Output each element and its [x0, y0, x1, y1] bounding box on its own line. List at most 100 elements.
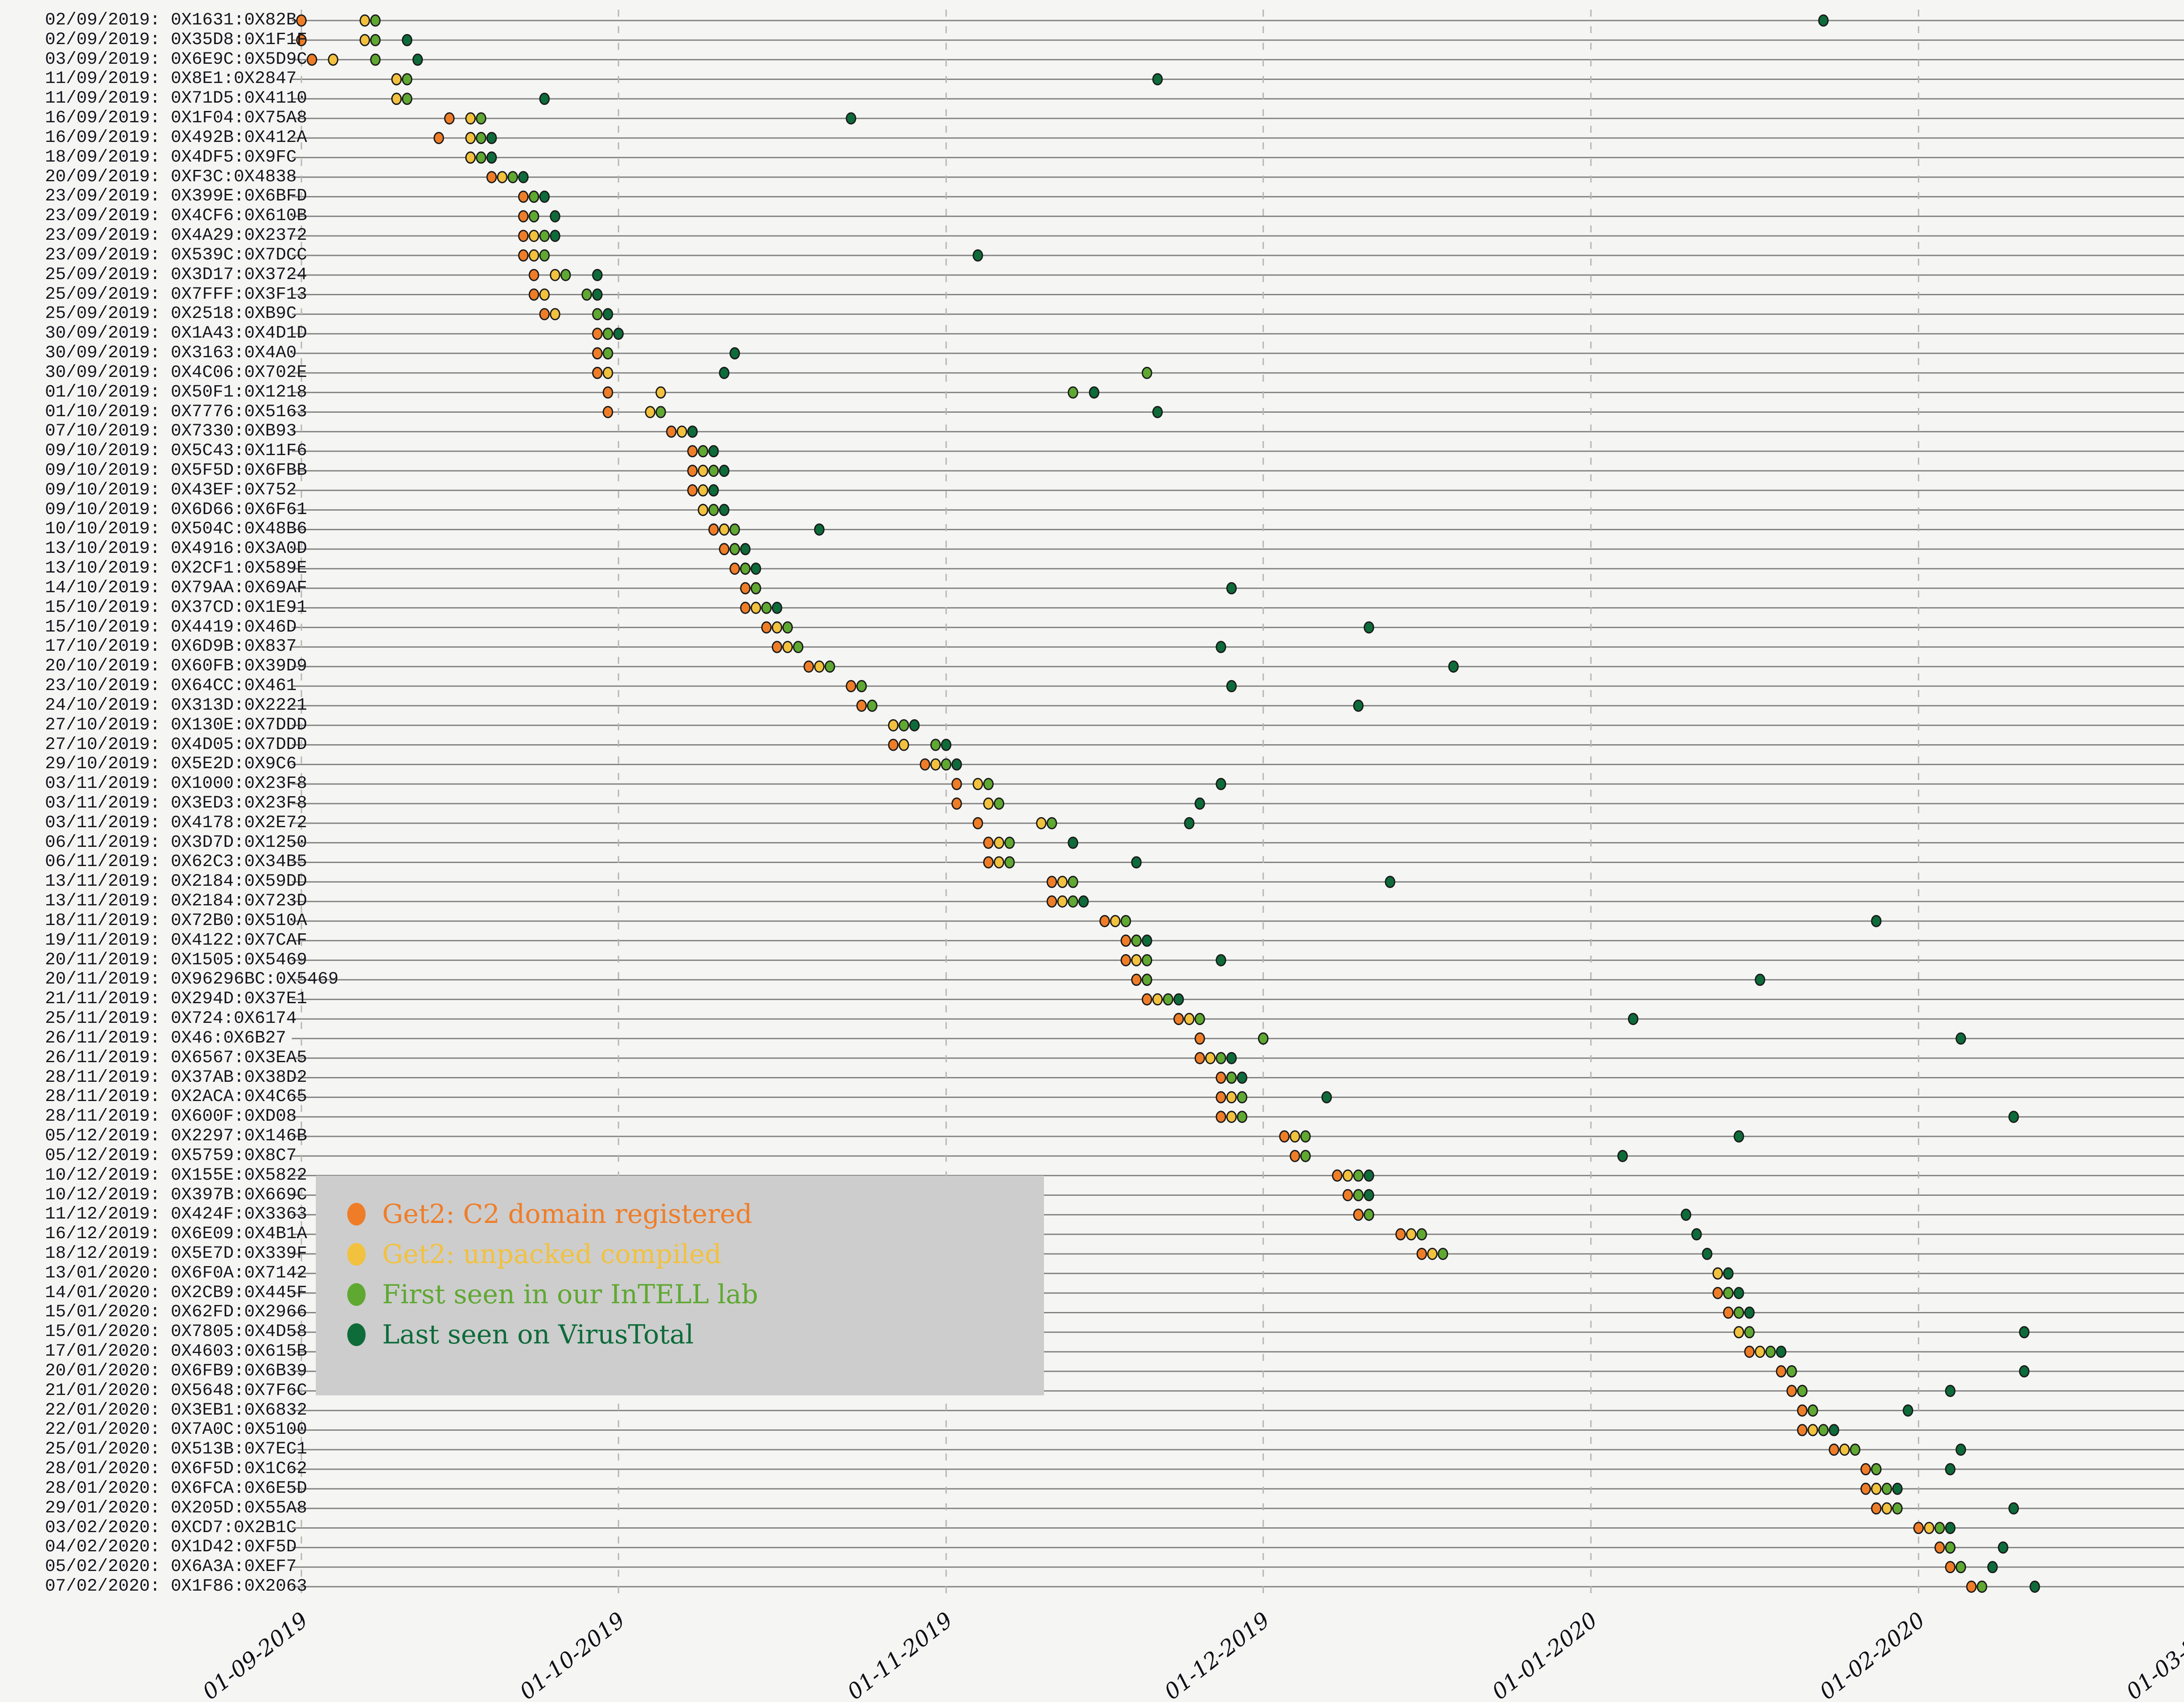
data-point-compiled — [1227, 1092, 1236, 1103]
data-point-lab — [1068, 896, 1078, 907]
y-axis-label: 29/10/2019: 0X5E2D:0X9C6 — [45, 754, 297, 774]
y-axis-label: 22/01/2020: 0X7A0C:0X5100 — [45, 1420, 307, 1440]
data-point-vt — [751, 563, 760, 574]
data-point-lab — [402, 93, 411, 104]
data-point-c2 — [772, 642, 781, 652]
data-point-c2 — [667, 426, 676, 437]
data-point-lab — [1734, 1307, 1743, 1318]
data-point-compiled — [1734, 1327, 1743, 1338]
data-point-vt — [1819, 15, 1828, 26]
data-point-compiled — [603, 367, 612, 378]
data-point-lab — [1956, 1562, 1966, 1573]
y-axis-label: 20/11/2019: 0X1505:0X5469 — [45, 950, 307, 970]
data-point-lab — [1195, 1014, 1204, 1025]
data-point-compiled — [1872, 1483, 1881, 1494]
y-axis-label: 07/10/2019: 0X7330:0XB93 — [45, 421, 297, 442]
y-axis-label: 23/09/2019: 0X4CF6:0X610B — [45, 206, 307, 226]
data-point-lab — [1935, 1522, 1944, 1533]
y-axis-label: 22/01/2020: 0X3EB1:0X6832 — [45, 1401, 307, 1421]
data-point-c2 — [519, 211, 528, 222]
y-axis-label: 10/12/2019: 0X155E:0X5822 — [45, 1166, 307, 1186]
data-point-c2 — [762, 622, 771, 633]
y-axis-label: 26/11/2019: 0X6567:0X3EA5 — [45, 1048, 307, 1068]
data-point-lab — [540, 231, 549, 242]
data-point-c2 — [973, 818, 982, 829]
data-point-compiled — [392, 74, 401, 85]
data-point-lab — [1237, 1112, 1247, 1122]
data-point-compiled — [646, 407, 655, 418]
data-point-lab — [371, 15, 380, 26]
y-axis-label: 28/01/2020: 0X6F5D:0X1C62 — [45, 1459, 307, 1479]
data-point-c2 — [984, 837, 993, 848]
data-point-vt — [973, 250, 982, 261]
data-point-compiled — [1343, 1170, 1352, 1181]
data-point-c2 — [487, 172, 496, 183]
data-point-lab — [730, 524, 740, 535]
data-point-c2 — [1142, 994, 1151, 1005]
data-point-compiled — [1185, 1014, 1194, 1025]
data-point-c2 — [984, 857, 993, 868]
legend: Get2: C2 domain registered Get2: unpacke… — [316, 1176, 1044, 1395]
data-point-compiled — [1840, 1444, 1849, 1455]
data-point-c2 — [1280, 1131, 1289, 1142]
data-point-lab — [942, 759, 951, 770]
y-axis-label: 14/10/2019: 0X79AA:0X69AF — [45, 578, 307, 598]
data-point-c2 — [709, 524, 718, 535]
data-point-vt — [1364, 622, 1373, 633]
data-point-vt — [1237, 1072, 1247, 1083]
data-point-vt — [709, 485, 718, 496]
data-point-c2 — [1100, 915, 1109, 926]
data-point-lab — [402, 74, 411, 85]
data-point-lab — [1946, 1542, 1955, 1553]
data-point-compiled — [1153, 994, 1162, 1005]
y-axis-label: 15/01/2020: 0X7805:0X4D58 — [45, 1322, 307, 1342]
y-axis-label: 06/11/2019: 0X3D7D:0X1250 — [45, 833, 307, 853]
y-axis-label: 13/11/2019: 0X2184:0X723D — [45, 891, 307, 911]
data-point-lab — [1872, 1464, 1881, 1475]
data-point-vt — [1904, 1405, 1913, 1416]
data-point-c2 — [952, 798, 961, 809]
y-axis-label: 10/12/2019: 0X397B:0X669C — [45, 1185, 307, 1205]
data-point-vt — [1185, 818, 1194, 829]
data-point-compiled — [1058, 877, 1067, 887]
data-point-c2 — [1745, 1346, 1754, 1357]
data-point-compiled — [677, 426, 687, 437]
data-point-vt — [402, 35, 411, 45]
data-point-lab — [857, 681, 866, 692]
data-point-vt — [1079, 896, 1088, 907]
y-axis-label: 25/09/2019: 0X3D17:0X3724 — [45, 265, 307, 285]
data-point-lab — [741, 563, 750, 574]
data-point-compiled — [1206, 1053, 1215, 1063]
legend-item-unpacked-compiled: Get2: unpacked compiled — [347, 1240, 722, 1268]
data-point-vt — [1068, 837, 1078, 848]
data-point-vt — [1227, 1053, 1236, 1063]
data-point-lab — [698, 446, 708, 457]
data-point-compiled — [328, 54, 338, 65]
data-point-vt — [1776, 1346, 1786, 1357]
data-point-vt — [910, 720, 919, 731]
data-point-lab — [477, 132, 486, 143]
data-point-vt — [593, 269, 602, 280]
data-point-compiled — [529, 231, 539, 242]
data-point-lab — [709, 465, 718, 476]
data-point-vt — [614, 328, 623, 339]
data-point-c2 — [1047, 877, 1057, 887]
y-axis-label: 03/09/2019: 0X6E9C:0X5D9C — [45, 50, 307, 70]
data-point-compiled — [656, 387, 665, 398]
y-axis-label: 11/09/2019: 0X8E1:0X2847 — [45, 69, 297, 89]
data-point-lab — [1354, 1170, 1363, 1181]
data-point-vt — [1322, 1092, 1331, 1103]
y-axis-label: 16/09/2019: 0X1F04:0X75A8 — [45, 108, 307, 128]
data-point-vt — [519, 172, 528, 183]
data-point-vt — [1946, 1522, 1955, 1533]
data-point-vt — [1734, 1131, 1743, 1142]
data-point-lab — [1766, 1346, 1775, 1357]
data-point-compiled — [995, 837, 1004, 848]
data-point-c2 — [1195, 1053, 1204, 1063]
data-point-lab — [477, 113, 486, 124]
data-point-vt — [942, 739, 951, 750]
data-point-lab — [825, 661, 834, 672]
y-axis-label: 20/11/2019: 0X96296BC:0X5469 — [45, 970, 339, 990]
data-point-vt — [1734, 1288, 1743, 1298]
data-point-vt — [719, 367, 729, 378]
